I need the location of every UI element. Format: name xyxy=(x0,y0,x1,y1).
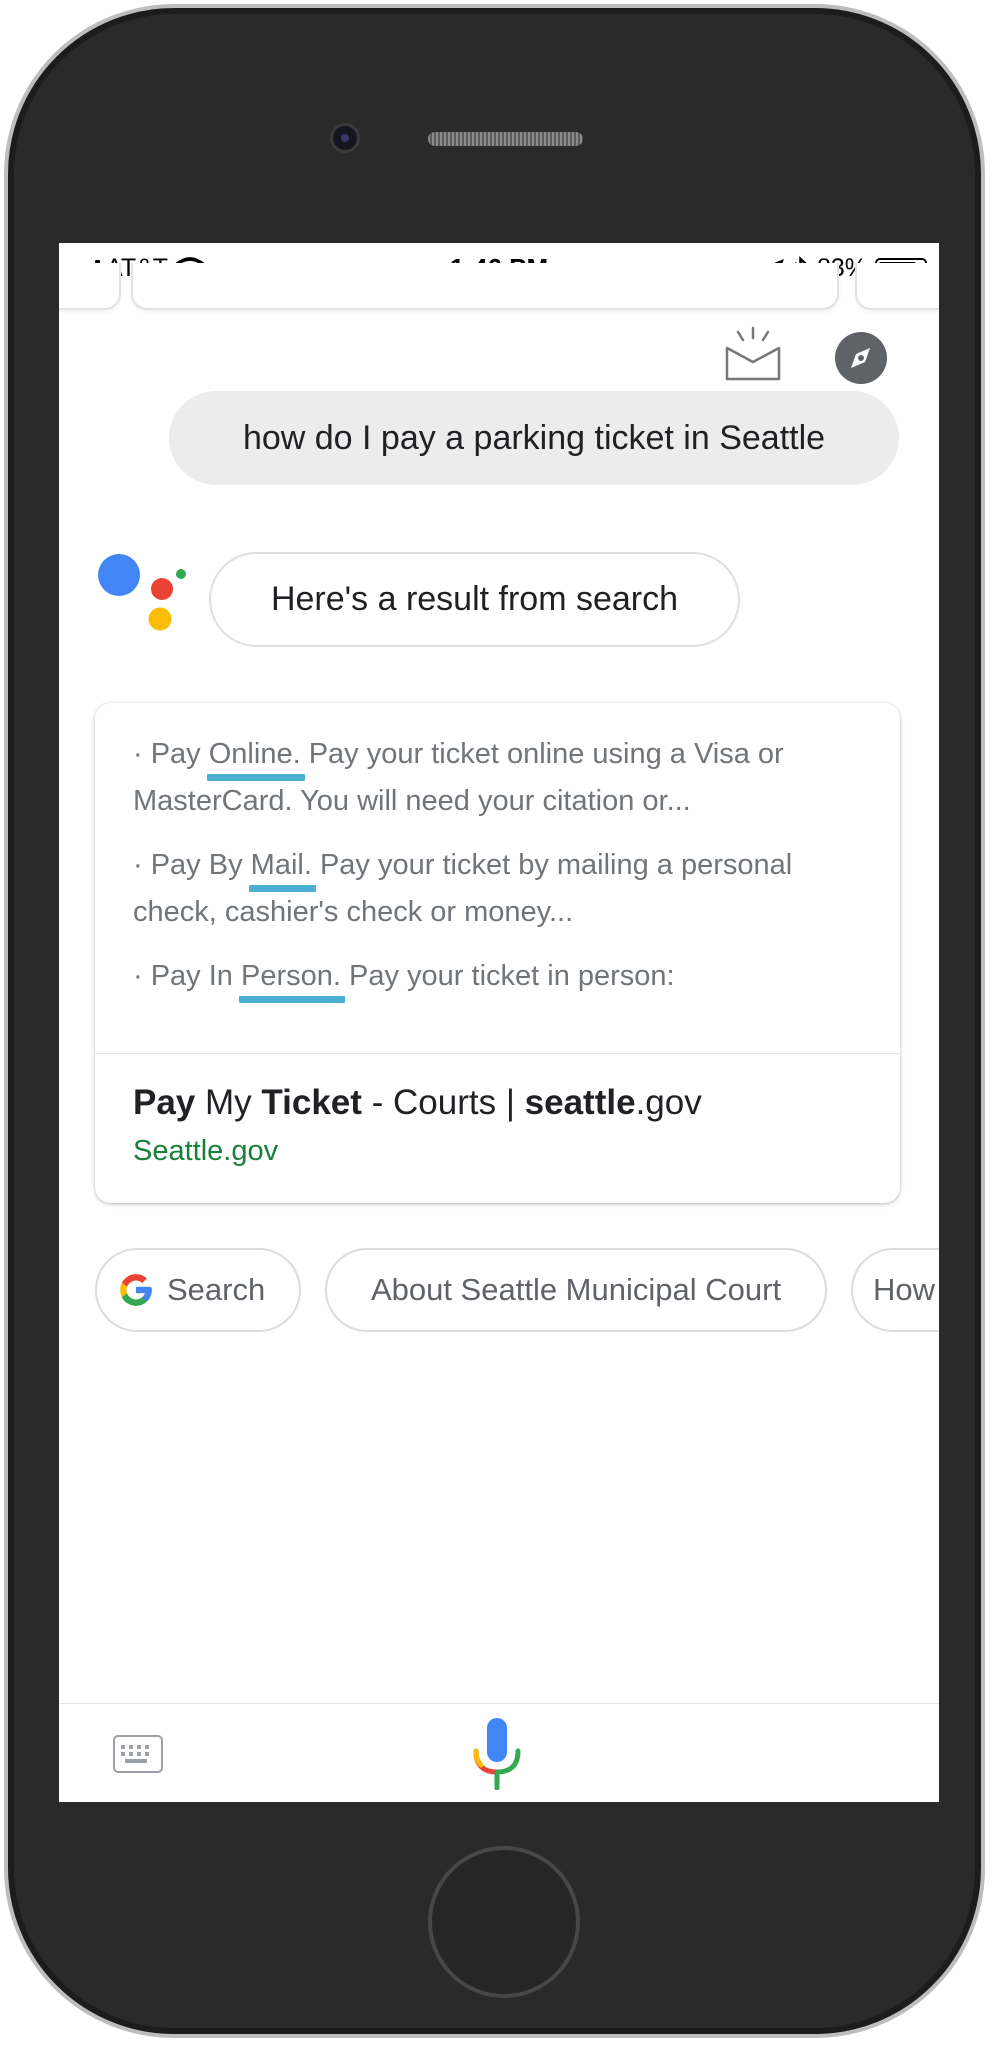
assistant-reply-bubble: Here's a result from search xyxy=(209,552,740,647)
result-divider xyxy=(95,1053,900,1054)
snippet-text: Pay your ticket in person: xyxy=(340,960,675,992)
compass-icon[interactable] xyxy=(835,332,887,384)
search-chip-label: Search xyxy=(167,1272,266,1307)
about-court-suggestion-chip[interactable]: About Seattle Municipal Court xyxy=(325,1248,827,1332)
title-part: Pay xyxy=(133,1083,196,1122)
previous-card-center[interactable] xyxy=(131,263,839,310)
previous-card-left[interactable] xyxy=(59,263,121,310)
snippet-mail: · Pay By Mail. Pay your ticket by mailin… xyxy=(133,842,873,936)
user-query-bubble: how do I pay a parking ticket in Seattle xyxy=(169,391,899,485)
search-suggestion-chip[interactable]: Search xyxy=(95,1248,301,1332)
home-button[interactable] xyxy=(428,1846,580,1998)
title-part: seattle xyxy=(524,1083,636,1122)
snippet-prefix: · Pay By xyxy=(133,849,251,881)
result-title-link[interactable]: Pay My Ticket - Courts | seattle.gov xyxy=(133,1083,702,1123)
result-snippets: · Pay Online. Pay your ticket online usi… xyxy=(133,731,873,1017)
search-result-card[interactable]: · Pay Online. Pay your ticket online usi… xyxy=(95,703,900,1203)
mic-icon[interactable] xyxy=(471,1718,523,1790)
google-assistant-logo-icon xyxy=(98,554,186,631)
user-query-text: how do I pay a parking ticket in Seattle xyxy=(242,418,826,457)
how-suggestion-chip[interactable]: How xyxy=(851,1248,939,1332)
inbox-icon[interactable] xyxy=(724,326,782,382)
title-part: - Courts | xyxy=(361,1083,525,1122)
bottom-input-bar xyxy=(59,1703,939,1802)
title-part: .gov xyxy=(635,1083,702,1122)
highlight-person: Person. xyxy=(239,953,345,1003)
earpiece-speaker xyxy=(428,132,583,146)
google-g-icon xyxy=(120,1274,152,1306)
assistant-reply-text: Here's a result from search xyxy=(270,580,679,618)
highlight-online: Online. xyxy=(206,731,305,781)
previous-card-right[interactable] xyxy=(855,263,939,310)
snippet-person: · Pay In Person. Pay your ticket in pers… xyxy=(133,953,873,1003)
about-chip-label: About Seattle Municipal Court xyxy=(370,1272,782,1307)
snippet-online: · Pay Online. Pay your ticket online usi… xyxy=(133,731,873,825)
phone-screen: AT&T 1:46 PM 83% xyxy=(59,243,939,1802)
keyboard-icon[interactable] xyxy=(113,1735,163,1773)
front-camera xyxy=(330,123,360,153)
snippet-prefix: · Pay xyxy=(133,738,209,770)
title-part: My xyxy=(195,1083,262,1122)
snippet-prefix: · Pay In xyxy=(133,960,241,992)
how-chip-label: How xyxy=(873,1272,936,1307)
title-part: Ticket xyxy=(261,1083,362,1122)
highlight-mail: Mail. xyxy=(248,842,317,892)
result-source: Seattle.gov xyxy=(133,1135,279,1167)
